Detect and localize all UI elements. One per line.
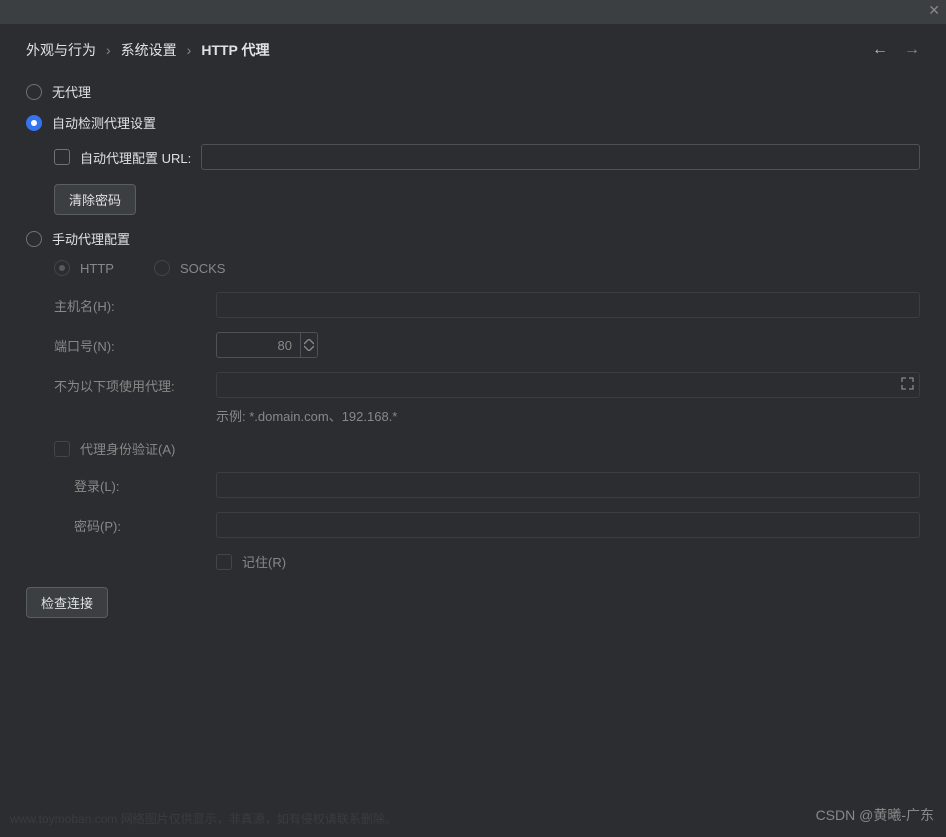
hostname-input — [216, 292, 920, 318]
remember-label: 记住(R) — [242, 552, 286, 571]
hostname-label: 主机名(H): — [54, 296, 204, 315]
port-label: 端口号(N): — [54, 336, 204, 355]
no-proxy-for-input — [216, 372, 920, 398]
password-input — [216, 512, 920, 538]
socks-label: SOCKS — [180, 261, 226, 276]
nav-arrows: ← → — [872, 41, 920, 59]
manual-config-section: HTTP SOCKS 主机名(H): 端口号(N): 不为以下项使用代理: — [54, 260, 920, 571]
clear-passwords-button[interactable]: 清除密码 — [54, 184, 136, 215]
radio-disabled-selected-icon — [54, 260, 70, 276]
breadcrumb: 外观与行为 › 系统设置 › HTTP 代理 — [26, 40, 270, 60]
breadcrumb-level1[interactable]: 外观与行为 — [26, 40, 96, 60]
radio-icon[interactable] — [26, 84, 42, 100]
port-input — [216, 332, 300, 358]
expand-icon — [901, 377, 914, 393]
close-icon[interactable]: ✕ — [928, 2, 940, 19]
back-arrow-icon[interactable]: ← — [872, 41, 888, 59]
remember-row: 记住(R) — [216, 552, 920, 571]
header: 外观与行为 › 系统设置 › HTTP 代理 ← → — [0, 24, 946, 72]
example-hint: 示例: *.domain.com、192.168.* — [216, 406, 920, 425]
protocol-row: HTTP SOCKS — [54, 260, 920, 276]
auth-label: 代理身份验证(A) — [80, 439, 175, 458]
no-proxy-for-label: 不为以下项使用代理: — [54, 376, 204, 395]
breadcrumb-sep: › — [106, 42, 111, 58]
breadcrumb-level2[interactable]: 系统设置 — [121, 40, 177, 60]
password-label: 密码(P): — [54, 516, 204, 535]
title-bar: ✕ — [0, 0, 946, 24]
checkbox-icon[interactable] — [54, 149, 70, 165]
password-row: 密码(P): — [54, 512, 920, 538]
socks-option: SOCKS — [154, 260, 226, 276]
login-row: 登录(L): — [54, 472, 920, 498]
auto-config-url-label: 自动代理配置 URL: — [80, 148, 191, 167]
watermark: CSDN @黄曦-广东 — [816, 805, 934, 825]
auth-row: 代理身份验证(A) — [54, 439, 920, 458]
spinner-buttons — [300, 332, 318, 358]
auto-config-section: 自动代理配置 URL: 清除密码 — [54, 144, 920, 215]
auto-config-url-input[interactable] — [201, 144, 920, 170]
breadcrumb-sep: › — [187, 42, 192, 58]
auto-detect-label: 自动检测代理设置 — [52, 113, 156, 132]
check-connection-button[interactable]: 检查连接 — [26, 587, 108, 618]
auto-detect-option[interactable]: 自动检测代理设置 — [26, 113, 920, 132]
login-label: 登录(L): — [54, 476, 204, 495]
http-option: HTTP — [54, 260, 114, 276]
checkbox-disabled-icon — [54, 441, 70, 457]
port-spinner — [216, 332, 318, 358]
content: 无代理 自动检测代理设置 自动代理配置 URL: 清除密码 手动代理配置 HTT… — [0, 72, 946, 628]
manual-proxy-option[interactable]: 手动代理配置 — [26, 229, 920, 248]
auto-config-url-row: 自动代理配置 URL: — [54, 144, 920, 170]
radio-selected-icon[interactable] — [26, 115, 42, 131]
forward-arrow-icon: → — [904, 41, 920, 59]
no-proxy-label: 无代理 — [52, 82, 91, 101]
no-proxy-for-row: 不为以下项使用代理: — [54, 372, 920, 398]
radio-disabled-icon — [154, 260, 170, 276]
http-label: HTTP — [80, 261, 114, 276]
manual-proxy-label: 手动代理配置 — [52, 229, 130, 248]
hostname-row: 主机名(H): — [54, 292, 920, 318]
radio-icon[interactable] — [26, 231, 42, 247]
no-proxy-option[interactable]: 无代理 — [26, 82, 920, 101]
checkbox-disabled-icon — [216, 554, 232, 570]
faint-footer-text: www.toymoban.com 网络图片仅供显示，非真源，如有侵权请联系删除。 — [10, 810, 397, 827]
breadcrumb-current: HTTP 代理 — [201, 40, 269, 60]
port-row: 端口号(N): — [54, 332, 920, 358]
login-input — [216, 472, 920, 498]
